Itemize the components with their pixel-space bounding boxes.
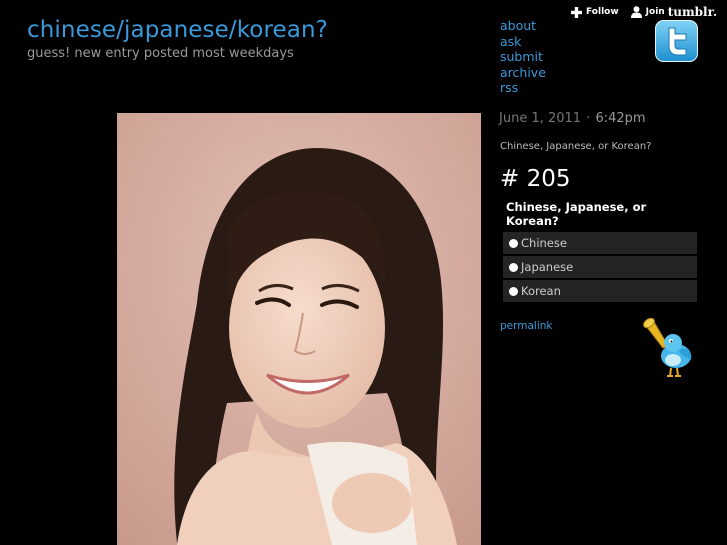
radio-icon[interactable] [509,238,518,248]
date-separator: · [586,111,591,126]
poll-option-label: Chinese [521,236,567,250]
poll-option-label: Japanese [521,260,574,274]
nav-item-about[interactable]: about [500,18,546,34]
portrait-image [117,113,481,545]
follow-button[interactable]: Follow [571,6,619,18]
poll-question: Chinese, Japanese, or Korean? [506,200,647,228]
nav-menu: about ask submit archive rss [500,18,546,96]
join-tumblr-button[interactable]: Join tumblr. [630,5,717,19]
follow-label: Follow [586,7,619,17]
post-date-text: June 1, 2011 [499,111,582,126]
join-label: Join [645,7,665,17]
nav-item-submit[interactable]: submit [500,49,546,65]
page: chinese/japanese/korean? guess! new entr… [0,0,727,545]
poll-option-label: Korean [521,284,561,298]
poll-option-korean[interactable]: Korean [503,280,697,302]
person-icon [630,6,642,18]
radio-icon[interactable] [509,286,518,296]
poll-option-chinese[interactable]: Chinese [503,232,697,254]
tumblr-bar: Follow Join tumblr. [559,5,717,19]
twitter-bird-trumpet-icon[interactable] [643,318,695,380]
nav-item-rss[interactable]: rss [500,80,546,96]
site-tagline: guess! new entry posted most weekdays [27,46,294,61]
entry-number: # 205 [500,166,571,192]
post-time: 6:42pm [595,111,646,126]
tumblr-brand: tumblr. [667,5,717,19]
plus-icon [571,6,583,18]
post-date: June 1, 2011 · 6:42pm [499,111,646,126]
poll-option-japanese[interactable]: Japanese [503,256,697,278]
permalink-link[interactable]: permalink [500,320,553,332]
post-caption: Chinese, Japanese, or Korean? [500,141,652,152]
nav-item-ask[interactable]: ask [500,34,546,50]
site-title[interactable]: chinese/japanese/korean? [27,17,328,43]
poll-options: Chinese Japanese Korean [503,232,697,304]
twitter-logo-icon[interactable] [655,20,698,62]
post-photo [117,113,481,545]
radio-icon[interactable] [509,262,518,272]
nav-item-archive[interactable]: archive [500,65,546,81]
